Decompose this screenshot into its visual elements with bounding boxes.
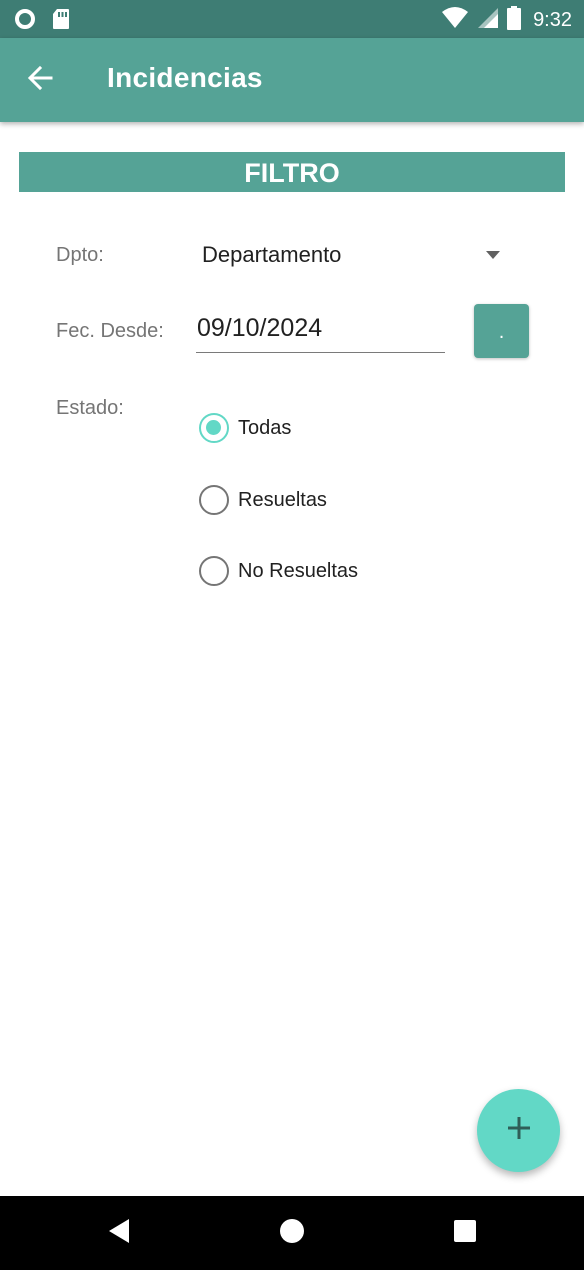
- back-triangle-icon: [107, 1218, 131, 1249]
- radio-label-resueltas: Resueltas: [238, 488, 327, 511]
- battery-icon: [507, 6, 522, 35]
- radio-label-no-resueltas: No Resueltas: [238, 559, 359, 582]
- wifi-icon: [441, 7, 469, 34]
- estado-label: Estado:: [56, 397, 124, 419]
- status-time: 9:32: [533, 9, 572, 31]
- fecha-desde-label: Fec. Desde:: [56, 320, 164, 342]
- nav-recents-button[interactable]: [445, 1213, 485, 1253]
- radio-unchecked-icon: [199, 485, 229, 515]
- system-nav-bar: [0, 1196, 584, 1270]
- recents-square-icon: [453, 1219, 477, 1248]
- radio-label-todas: Todas: [238, 416, 292, 439]
- arrow-left-icon: [26, 64, 54, 97]
- page-title: Incidencias: [107, 62, 263, 93]
- sd-card-icon: [52, 8, 70, 35]
- dpto-label: Dpto:: [56, 244, 104, 266]
- status-bar: 9:32: [0, 0, 584, 38]
- add-incidencia-button[interactable]: [477, 1089, 560, 1172]
- plus-icon: [506, 1115, 532, 1146]
- nav-home-button[interactable]: [272, 1213, 312, 1253]
- back-button[interactable]: [20, 60, 60, 100]
- radio-resueltas[interactable]: Resueltas: [199, 482, 327, 518]
- radio-todas[interactable]: Todas: [199, 410, 291, 446]
- fecha-desde-input[interactable]: [196, 310, 445, 353]
- radio-checked-icon: [199, 413, 229, 443]
- department-dropdown[interactable]: Departamento: [196, 236, 514, 276]
- filter-banner: FILTRO: [19, 152, 565, 192]
- notification-ring-icon: [14, 8, 36, 35]
- date-picker-button[interactable]: .: [474, 304, 529, 358]
- cell-signal-icon: [477, 7, 499, 34]
- dropdown-arrow-icon: [486, 251, 500, 259]
- home-circle-icon: [279, 1218, 305, 1249]
- radio-unchecked-icon: [199, 556, 229, 586]
- radio-no-resueltas[interactable]: No Resueltas: [199, 553, 358, 589]
- department-dropdown-value: Departamento: [202, 242, 342, 267]
- app-bar: Incidencias: [0, 38, 584, 122]
- nav-back-button[interactable]: [99, 1213, 139, 1253]
